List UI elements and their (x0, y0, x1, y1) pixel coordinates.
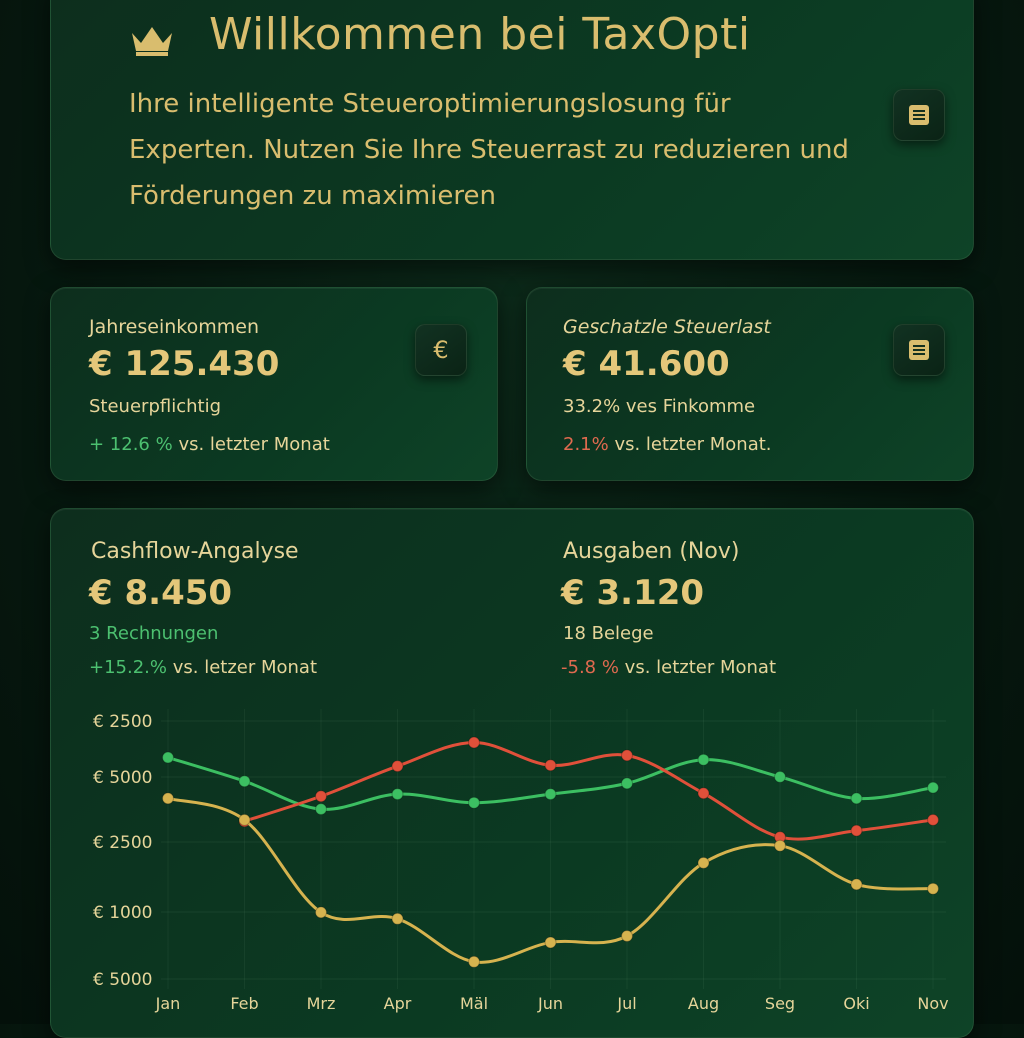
y-tick-label: € 5000 (93, 768, 152, 788)
data-point-green[interactable] (544, 788, 557, 801)
income-sub: Steuerpflichtig (89, 396, 221, 417)
data-point-green[interactable] (468, 796, 480, 809)
data-point-red[interactable] (391, 760, 404, 773)
euro-button[interactable]: € (415, 324, 467, 376)
data-point-green[interactable] (927, 781, 939, 794)
income-delta: + 12.6 % (89, 434, 173, 455)
data-point-green[interactable] (315, 803, 327, 816)
x-tick-label: Seg (765, 994, 795, 1013)
data-point-red[interactable] (315, 790, 327, 803)
data-point-yellow[interactable] (544, 936, 557, 949)
tax-document-button[interactable] (893, 324, 945, 376)
income-label: Jahreseinkommen (89, 316, 259, 338)
x-tick-label: Nov (917, 994, 948, 1013)
x-tick-label: Feb (230, 994, 258, 1013)
x-tick-label: Jul (616, 994, 636, 1013)
x-tick-label: Aug (688, 994, 719, 1013)
data-point-yellow[interactable] (162, 792, 174, 805)
welcome-card: Willkommen bei TaxOpti Ihre intelligente… (50, 0, 974, 260)
data-point-yellow[interactable] (391, 912, 404, 925)
tax-value: € 41.600 (563, 344, 730, 384)
data-point-red[interactable] (544, 759, 557, 772)
data-point-green[interactable] (391, 788, 404, 801)
tax-label: Geschatzle Steuerlast (563, 316, 771, 338)
x-tick-label: Jun (537, 994, 563, 1013)
document-icon (909, 105, 929, 125)
x-tick-label: Jan (155, 994, 181, 1013)
x-tick-label: Mäl (460, 994, 488, 1013)
data-point-green[interactable] (162, 751, 174, 764)
tax-delta: 2.1% (563, 434, 609, 455)
data-point-yellow[interactable] (315, 906, 327, 919)
data-point-green[interactable] (621, 777, 633, 790)
x-tick-label: Apr (384, 994, 412, 1013)
cashflow-line-chart: € 2500€ 5000€ 2500€ 1000€ 5000Jan Feb Mrz A… (93, 709, 949, 1013)
income-delta-suffix: vs. letzter Monat (172, 434, 330, 455)
x-tick-label: Mrz (307, 994, 336, 1013)
y-tick-label: € 1000 (93, 903, 152, 923)
data-point-yellow[interactable] (621, 930, 633, 942)
data-point-yellow[interactable] (927, 882, 939, 895)
data-point-red[interactable] (621, 749, 633, 762)
tax-sub: 33.2% ves Finkomme (563, 396, 756, 417)
data-point-yellow[interactable] (850, 878, 863, 891)
data-point-yellow[interactable] (238, 813, 251, 826)
income-card[interactable]: Jahreseinkommen € 125.430 Steuerpflichti… (50, 287, 498, 481)
y-tick-label: € 2500 (93, 833, 152, 853)
tax-delta-row: 2.1% vs. letzter Monat. (563, 434, 772, 455)
cashflow-card: Cashflow-Angalyse € 8.450 3 Rechnungen +… (50, 508, 974, 1038)
document-icon (909, 340, 929, 360)
tax-delta-suffix: vs. letzter Monat. (608, 434, 772, 455)
data-point-green[interactable] (697, 753, 710, 766)
x-tick-label: Oki (843, 994, 869, 1013)
data-point-green[interactable] (850, 792, 863, 805)
page-title: Willkommen bei TaxOpti (209, 9, 751, 60)
data-point-yellow[interactable] (468, 955, 480, 968)
data-point-yellow[interactable] (697, 856, 710, 869)
y-tick-label: € 5000 (93, 970, 152, 990)
crown-icon (132, 27, 172, 56)
euro-icon: € (433, 336, 449, 364)
data-point-green[interactable] (238, 775, 251, 788)
data-point-green[interactable] (774, 770, 786, 783)
welcome-subtitle: Ihre intelligente Steueroptimierungslosu… (129, 89, 849, 211)
data-point-red[interactable] (850, 824, 863, 837)
data-point-red[interactable] (468, 736, 480, 749)
y-tick-label: € 2500 (93, 712, 152, 732)
income-delta-row: + 12.6 % vs. letzter Monat (89, 434, 330, 455)
document-button[interactable] (893, 89, 945, 141)
income-value: € 125.430 (89, 344, 280, 384)
data-point-red[interactable] (697, 787, 710, 800)
data-point-yellow[interactable] (774, 839, 786, 852)
tax-card[interactable]: Geschatzle Steuerlast € 41.600 33.2% ves… (526, 287, 974, 481)
data-point-red[interactable] (927, 813, 939, 826)
